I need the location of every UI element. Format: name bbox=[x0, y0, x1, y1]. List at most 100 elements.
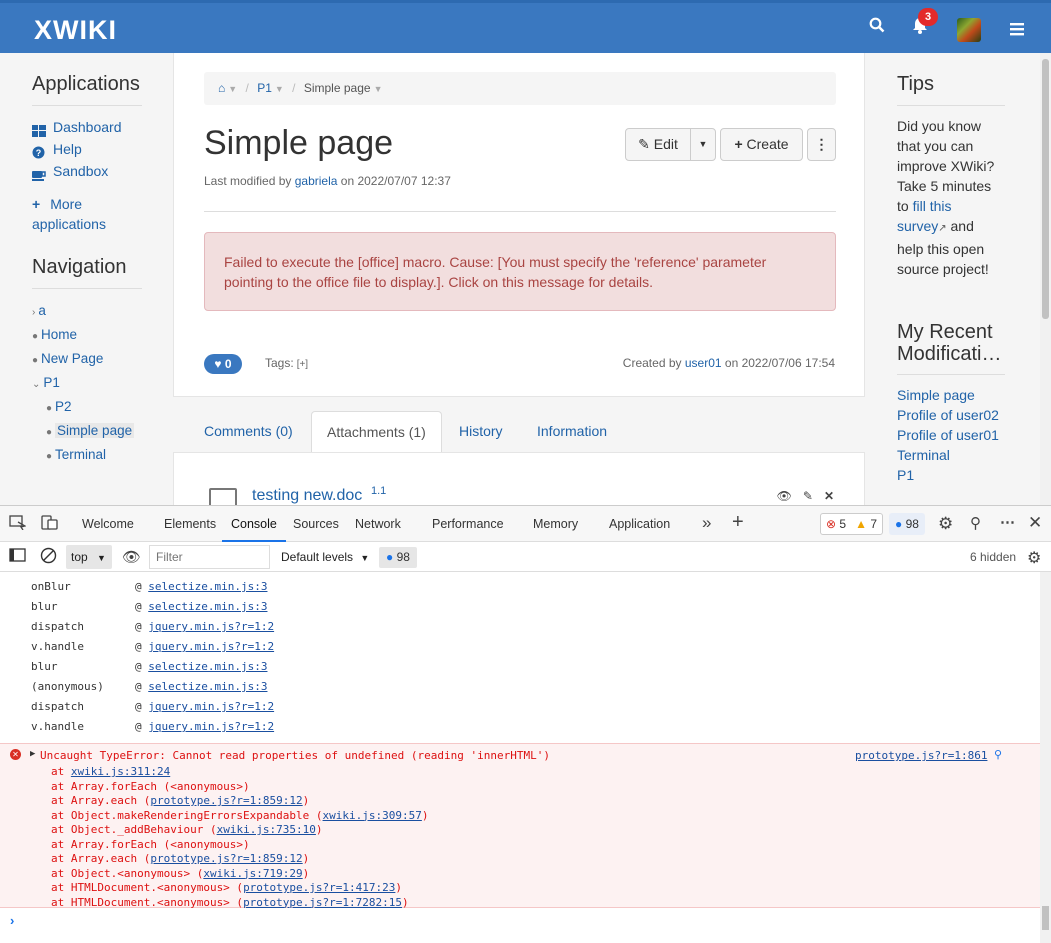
toggle-sidebar-icon[interactable] bbox=[9, 548, 26, 566]
more-tabs-icon[interactable]: » bbox=[702, 513, 711, 533]
eye-icon[interactable]: 👁 bbox=[122, 548, 141, 566]
line-link[interactable]: xwiki.js:735:10 bbox=[217, 823, 316, 836]
error-source-link[interactable]: prototype.js?r=1:861 bbox=[855, 749, 987, 762]
stack-source-link[interactable]: selectize.min.js:3 bbox=[148, 580, 267, 593]
error-count: ⊗ 5 bbox=[826, 514, 846, 534]
user-avatar[interactable] bbox=[957, 18, 981, 42]
stack-source-link[interactable]: jquery.min.js?r=1:2 bbox=[148, 620, 274, 633]
devtools-tab-network[interactable]: Network bbox=[355, 506, 401, 542]
devtools-tab-sources[interactable]: Sources bbox=[293, 506, 339, 542]
scrollbar-thumb[interactable] bbox=[1042, 906, 1049, 930]
nav-item-terminal[interactable]: ● Terminal bbox=[32, 443, 142, 467]
bullet-icon: ● bbox=[46, 403, 53, 414]
line-link[interactable]: prototype.js?r=1:7282:15 bbox=[243, 896, 402, 909]
nav-item-p2[interactable]: ● P2 bbox=[32, 395, 142, 419]
edit-button[interactable]: ✎ Edit bbox=[625, 128, 691, 161]
line-link[interactable]: prototype.js?r=1:417:23 bbox=[243, 881, 395, 894]
survey-link[interactable]: fill this bbox=[913, 198, 952, 214]
stack-source-link[interactable]: jquery.min.js?r=1:2 bbox=[148, 720, 274, 733]
home-icon[interactable]: ⌂ bbox=[218, 81, 225, 95]
stack-source-link[interactable]: jquery.min.js?r=1:2 bbox=[148, 640, 274, 653]
nav-item-p1[interactable]: ⌄ P1 bbox=[32, 371, 142, 395]
expand-triangle-icon[interactable]: ▶ bbox=[30, 749, 35, 759]
caret-down-icon[interactable]: ▼ bbox=[228, 84, 237, 94]
add-tag-link[interactable]: [+] bbox=[297, 359, 308, 370]
stack-source-link[interactable]: selectize.min.js:3 bbox=[148, 600, 267, 613]
tab-comments[interactable]: Comments (0) bbox=[189, 411, 308, 453]
devtools-tab-elements[interactable]: Elements bbox=[164, 506, 216, 542]
recent-item[interactable]: P1 bbox=[897, 467, 914, 483]
app-sandbox[interactable]: Sandbox bbox=[32, 160, 142, 182]
stack-source-link[interactable]: selectize.min.js:3 bbox=[148, 660, 267, 673]
close-icon[interactable]: ✕ bbox=[824, 489, 834, 503]
page-scrollbar[interactable] bbox=[1040, 53, 1051, 505]
edit-dropdown-button[interactable]: ▼ bbox=[690, 128, 716, 161]
devtools-tab-performance[interactable]: Performance bbox=[432, 506, 504, 542]
xwiki-logo[interactable]: XWIKI bbox=[34, 15, 117, 46]
message-count[interactable]: ● 98 bbox=[889, 513, 925, 535]
line-link[interactable]: xwiki.js:311:24 bbox=[71, 765, 170, 778]
devtools-tab-console[interactable]: Console bbox=[222, 506, 286, 542]
app-dashboard[interactable]: Dashboard bbox=[32, 116, 142, 138]
breadcrumb-p1[interactable]: P1 bbox=[257, 81, 272, 95]
console-prompt[interactable]: › bbox=[10, 913, 14, 928]
more-applications[interactable]: + More applications bbox=[32, 194, 142, 234]
caret-down-icon[interactable]: ▼ bbox=[275, 84, 284, 94]
devtools-tab-memory[interactable]: Memory bbox=[533, 506, 578, 542]
attachment-version[interactable]: 1.1 bbox=[371, 485, 386, 497]
recent-item[interactable]: Profile of user01 bbox=[897, 427, 999, 443]
like-button[interactable]: ♥ 0 bbox=[204, 354, 242, 374]
nav-item-home[interactable]: ● Home bbox=[32, 323, 142, 347]
customize-icon[interactable]: ⚲ bbox=[970, 514, 981, 532]
messages-badge[interactable]: ● 98 bbox=[379, 547, 417, 568]
tab-attachments[interactable]: Attachments (1) bbox=[311, 411, 442, 453]
clear-console-icon[interactable] bbox=[40, 547, 57, 568]
created-user-link[interactable]: user01 bbox=[685, 356, 722, 370]
recent-item[interactable]: Simple page bbox=[897, 387, 975, 403]
more-options-icon[interactable]: ⋯ bbox=[1000, 513, 1015, 531]
line-link[interactable]: prototype.js?r=1:859:12 bbox=[150, 794, 302, 807]
search-icon[interactable] bbox=[869, 17, 885, 38]
caret-down-icon[interactable]: ▼ bbox=[374, 84, 383, 94]
scrollbar-thumb[interactable] bbox=[1042, 59, 1049, 319]
error-stack-line: at Array.each (prototype.js?r=1:859:12) bbox=[51, 794, 309, 809]
devtools-tab-welcome[interactable]: Welcome bbox=[82, 506, 134, 542]
inspect-element-icon[interactable] bbox=[9, 515, 27, 534]
log-levels-dropdown[interactable]: Default levels ▼ bbox=[281, 550, 369, 564]
hamburger-menu-icon[interactable] bbox=[1010, 20, 1024, 41]
line-text: at Object._addBehaviour ( bbox=[51, 823, 217, 836]
line-link[interactable]: xwiki.js:719:29 bbox=[203, 867, 302, 880]
create-button[interactable]: + Create bbox=[720, 128, 803, 161]
recent-item[interactable]: Profile of user02 bbox=[897, 407, 999, 423]
line-link[interactable]: xwiki.js:309:57 bbox=[323, 809, 422, 822]
console-scrollbar[interactable] bbox=[1040, 572, 1051, 943]
nav-item-simple-page[interactable]: ● Simple page bbox=[32, 419, 142, 443]
nav-item-new-page[interactable]: ● New Page bbox=[32, 347, 142, 371]
add-tab-icon[interactable]: + bbox=[732, 511, 744, 534]
tab-information[interactable]: Information bbox=[522, 411, 622, 453]
survey-link[interactable]: survey bbox=[897, 218, 938, 234]
stack-source-link[interactable]: jquery.min.js?r=1:2 bbox=[148, 700, 274, 713]
console-settings-gear-icon[interactable]: ⚙ bbox=[1027, 548, 1041, 568]
context-select[interactable]: top ▼ bbox=[66, 545, 112, 569]
line-link[interactable]: prototype.js?r=1:859:12 bbox=[150, 852, 302, 865]
error-stack-line: at Array.forEach (<anonymous>) bbox=[51, 838, 250, 853]
close-devtools-icon[interactable]: ✕ bbox=[1028, 513, 1042, 533]
eye-icon[interactable]: 👁 bbox=[777, 489, 792, 503]
settings-gear-icon[interactable]: ⚙ bbox=[938, 514, 953, 534]
attachment-name[interactable]: testing new.doc bbox=[252, 487, 362, 505]
filter-input[interactable] bbox=[149, 545, 270, 569]
app-help[interactable]: ? Help bbox=[32, 138, 142, 160]
search-icon[interactable]: ⚲ bbox=[994, 748, 1002, 761]
devtools-tab-application[interactable]: Application bbox=[609, 506, 670, 542]
more-actions-button[interactable]: ⋮ bbox=[807, 128, 836, 161]
tab-history[interactable]: History bbox=[444, 411, 518, 453]
recent-item[interactable]: Terminal bbox=[897, 447, 950, 463]
nav-item-a[interactable]: › a bbox=[32, 299, 142, 323]
modified-user-link[interactable]: gabriela bbox=[295, 174, 338, 188]
error-alert[interactable]: Failed to execute the [office] macro. Ca… bbox=[204, 232, 836, 311]
issue-counts[interactable]: ⊗ 5 ▲ 7 bbox=[820, 513, 884, 535]
stack-source-link[interactable]: selectize.min.js:3 bbox=[148, 680, 267, 693]
device-emulation-icon[interactable] bbox=[41, 515, 58, 534]
edit-icon[interactable]: ✎ bbox=[803, 489, 813, 503]
